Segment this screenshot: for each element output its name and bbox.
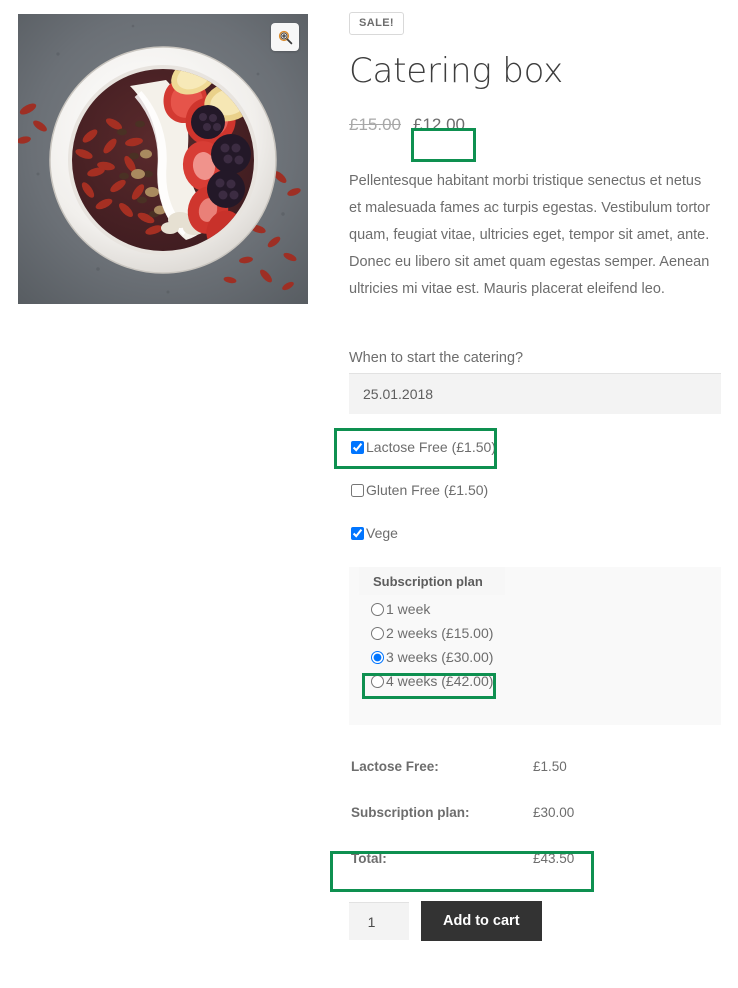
subscription-plan-panel: Subscription plan 1 week 2 weeks (£15.00…: [349, 567, 721, 726]
option-gluten-free[interactable]: Gluten Free (£1.50): [349, 479, 490, 501]
breakdown-row-total: Total: £43.50: [349, 845, 721, 871]
add-to-cart-button[interactable]: Add to cart: [421, 901, 542, 942]
option-lactose-free-label: Lactose Free (£1.50): [366, 439, 496, 456]
plan-option-3-weeks-label: 3 weeks (£30.00): [386, 649, 494, 666]
zoom-in-icon[interactable]: [271, 23, 299, 51]
catering-start-date-input[interactable]: [349, 373, 721, 415]
plan-option-4-weeks[interactable]: 4 weeks (£42.00): [369, 671, 495, 691]
plan-option-3-weeks-radio[interactable]: [371, 650, 384, 664]
product-gallery: [18, 14, 308, 304]
sale-price-wrapper: £12.00: [407, 113, 471, 137]
option-gluten-free-checkbox[interactable]: [351, 483, 364, 497]
price-row: £15.00 £12.00: [349, 111, 721, 139]
product-image[interactable]: [18, 14, 308, 304]
total-value: £43.50: [533, 850, 575, 866]
addon-options: Lactose Free (£1.50) Gluten Free (£1.50)…: [349, 436, 721, 544]
plan-option-1-week-radio[interactable]: [371, 602, 384, 616]
plan-option-2-weeks-label: 2 weeks (£15.00): [386, 625, 494, 642]
option-vege-label: Vege: [366, 525, 398, 542]
price-breakdown: Lactose Free: £1.50 Subscription plan: £…: [349, 753, 721, 871]
plan-option-3-weeks[interactable]: 3 weeks (£30.00): [369, 647, 495, 667]
option-lactose-free-checkbox[interactable]: [351, 440, 364, 454]
product-description: Pellentesque habitant morbi tristique se…: [349, 173, 711, 298]
option-lactose-free[interactable]: Lactose Free (£1.50): [349, 436, 498, 458]
plan-option-4-weeks-label: 4 weeks (£42.00): [386, 673, 494, 690]
breakdown-label: Subscription plan:: [351, 804, 470, 820]
date-field-label: When to start the catering?: [349, 350, 524, 367]
breakdown-value: £30.00: [533, 804, 575, 820]
total-label: Total:: [351, 850, 387, 866]
quantity-stepper[interactable]: [349, 902, 409, 941]
option-gluten-free-label: Gluten Free (£1.50): [366, 482, 489, 499]
subscription-plan-legend: Subscription plan: [359, 567, 505, 596]
plan-option-4-weeks-radio[interactable]: [371, 674, 384, 688]
plan-option-1-week[interactable]: 1 week: [369, 599, 432, 619]
breakdown-value: £1.50: [533, 758, 567, 774]
option-vege-checkbox[interactable]: [351, 526, 364, 540]
breakdown-row-lactose-free: Lactose Free: £1.50: [349, 753, 721, 779]
breakdown-row-subscription-plan: Subscription plan: £30.00: [349, 799, 721, 825]
plan-option-2-weeks[interactable]: 2 weeks (£15.00): [369, 623, 495, 643]
plan-option-1-week-label: 1 week: [386, 601, 431, 618]
add-to-cart-row: Add to cart: [349, 901, 721, 942]
sale-badge: SALE!: [349, 12, 404, 35]
breakdown-label: Lactose Free:: [351, 758, 439, 774]
option-vege[interactable]: Vege: [349, 522, 400, 544]
original-price: £15.00: [349, 115, 401, 135]
product-page: SALE! Catering box £15.00 £12.00 Pellent…: [0, 0, 738, 988]
plan-option-2-weeks-radio[interactable]: [371, 626, 384, 640]
product-summary: SALE! Catering box £15.00 £12.00 Pellent…: [349, 0, 721, 942]
sale-price: £12.00: [413, 115, 465, 135]
product-title: Catering box: [349, 51, 564, 91]
